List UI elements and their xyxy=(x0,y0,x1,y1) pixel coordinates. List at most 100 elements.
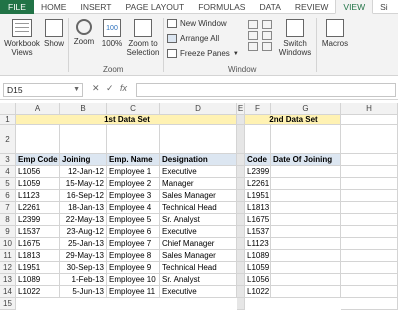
cell[interactable]: Employee 11 xyxy=(107,286,160,298)
cell[interactable]: L2399 xyxy=(245,166,271,178)
column-header-b[interactable]: B xyxy=(60,103,107,115)
cell[interactable]: 1-Feb-13 xyxy=(60,274,107,286)
row-header-5[interactable]: 5 xyxy=(0,178,16,190)
cell[interactable] xyxy=(160,125,237,154)
table1-header[interactable]: Date Of Joining xyxy=(60,154,107,166)
cell[interactable]: Executive xyxy=(160,226,237,238)
row-header-2[interactable]: 2 xyxy=(0,125,16,154)
cell[interactable]: L1813 xyxy=(245,202,271,214)
cell[interactable]: Employee 3 xyxy=(107,190,160,202)
cell[interactable]: 29-May-13 xyxy=(60,250,107,262)
cell[interactable]: L1059 xyxy=(16,178,60,190)
table1-header[interactable]: Designation xyxy=(160,154,237,166)
cell[interactable]: L2399 xyxy=(16,214,60,226)
select-all-corner[interactable] xyxy=(0,103,16,115)
cell[interactable]: L2261 xyxy=(245,178,271,190)
cell[interactable]: L1123 xyxy=(245,238,271,250)
row-header-8[interactable]: 8 xyxy=(0,214,16,226)
cell[interactable]: 22-May-13 xyxy=(60,214,107,226)
cell[interactable] xyxy=(237,154,245,166)
cell[interactable] xyxy=(237,226,245,238)
cell[interactable]: L1951 xyxy=(16,262,60,274)
cell[interactable] xyxy=(341,115,398,125)
cell[interactable] xyxy=(237,274,245,286)
table2-header[interactable]: Date Of Joining xyxy=(271,154,341,166)
cell[interactable] xyxy=(107,125,160,154)
show-button[interactable]: Show xyxy=(42,19,66,48)
cell[interactable]: Sr. Analyst xyxy=(160,274,237,286)
formula-input[interactable] xyxy=(136,83,396,97)
tab-home[interactable]: HOME xyxy=(34,0,74,14)
cell[interactable] xyxy=(271,286,341,298)
cell[interactable] xyxy=(341,190,398,202)
cell[interactable] xyxy=(271,178,341,190)
tab-insert[interactable]: INSERT xyxy=(73,0,118,14)
cell[interactable] xyxy=(341,125,398,154)
cell[interactable] xyxy=(271,238,341,250)
cell[interactable] xyxy=(341,154,398,166)
row-header-7[interactable]: 7 xyxy=(0,202,16,214)
cell[interactable]: 18-Jan-13 xyxy=(60,202,107,214)
column-header-g[interactable]: G xyxy=(271,103,341,115)
cell[interactable] xyxy=(271,274,341,286)
cell[interactable] xyxy=(271,125,341,154)
cell[interactable]: Manager xyxy=(160,178,237,190)
cell[interactable]: Employee 10 xyxy=(107,274,160,286)
cell[interactable]: L2261 xyxy=(16,202,60,214)
cell[interactable]: 15-May-12 xyxy=(60,178,107,190)
cell[interactable]: Employee 7 xyxy=(107,238,160,250)
cell[interactable]: L1813 xyxy=(16,250,60,262)
cell[interactable] xyxy=(341,238,398,250)
reset-window-position-icon[interactable] xyxy=(262,42,272,51)
cell[interactable] xyxy=(341,262,398,274)
table2-title[interactable]: 2nd Data Set xyxy=(245,115,341,125)
column-header-f[interactable]: F xyxy=(245,103,271,115)
cancel-icon[interactable]: ✕ xyxy=(92,83,100,94)
row-header-4[interactable]: 4 xyxy=(0,166,16,178)
cell[interactable] xyxy=(237,125,245,154)
cell[interactable]: Sales Manager xyxy=(160,250,237,262)
freeze-panes-button[interactable]: Freeze Panes ▼ xyxy=(167,49,239,58)
cell[interactable] xyxy=(341,178,398,190)
cell[interactable]: Sales Manager xyxy=(160,190,237,202)
cell[interactable]: L1089 xyxy=(245,250,271,262)
cell[interactable] xyxy=(341,250,398,262)
cell[interactable] xyxy=(271,166,341,178)
cell[interactable]: L1951 xyxy=(245,190,271,202)
cell[interactable] xyxy=(271,226,341,238)
cell[interactable]: L1089 xyxy=(16,274,60,286)
unhide-icon[interactable] xyxy=(248,42,258,51)
cell[interactable]: Sr. Analyst xyxy=(160,214,237,226)
zoom-100-button[interactable]: 100 100% xyxy=(99,19,125,48)
row-header-13[interactable]: 13 xyxy=(0,274,16,286)
cell[interactable]: L1537 xyxy=(16,226,60,238)
row-header-3[interactable]: 3 xyxy=(0,154,16,166)
macros-button[interactable]: Macros xyxy=(319,19,351,48)
column-header-h[interactable]: H xyxy=(341,103,398,115)
cell[interactable]: L1537 xyxy=(245,226,271,238)
cell[interactable]: Technical Head xyxy=(160,202,237,214)
cell[interactable] xyxy=(237,190,245,202)
row-header-1[interactable]: 1 xyxy=(0,115,16,125)
cell[interactable]: Employee 9 xyxy=(107,262,160,274)
cell[interactable] xyxy=(16,125,60,154)
cell[interactable] xyxy=(271,190,341,202)
cell[interactable] xyxy=(341,214,398,226)
hide-icon[interactable] xyxy=(248,31,258,40)
row-header-14[interactable]: 14 xyxy=(0,286,16,298)
cell[interactable]: Employee 2 xyxy=(107,178,160,190)
tab-page-layout[interactable]: PAGE LAYOUT xyxy=(118,0,191,14)
cell[interactable] xyxy=(237,115,245,125)
cell[interactable] xyxy=(237,202,245,214)
view-side-by-side-icon[interactable] xyxy=(262,20,272,29)
cell[interactable] xyxy=(271,262,341,274)
cell[interactable] xyxy=(341,286,398,298)
arrange-all-button[interactable]: Arrange All xyxy=(167,34,219,43)
cell[interactable]: Employee 1 xyxy=(107,166,160,178)
row-header-12[interactable]: 12 xyxy=(0,262,16,274)
cell[interactable]: 5-Jun-13 xyxy=(60,286,107,298)
table1-title[interactable]: 1st Data Set xyxy=(16,115,237,125)
cell[interactable]: Employee 8 xyxy=(107,250,160,262)
cell[interactable]: L1022 xyxy=(16,286,60,298)
cell[interactable]: Technical Head xyxy=(160,262,237,274)
